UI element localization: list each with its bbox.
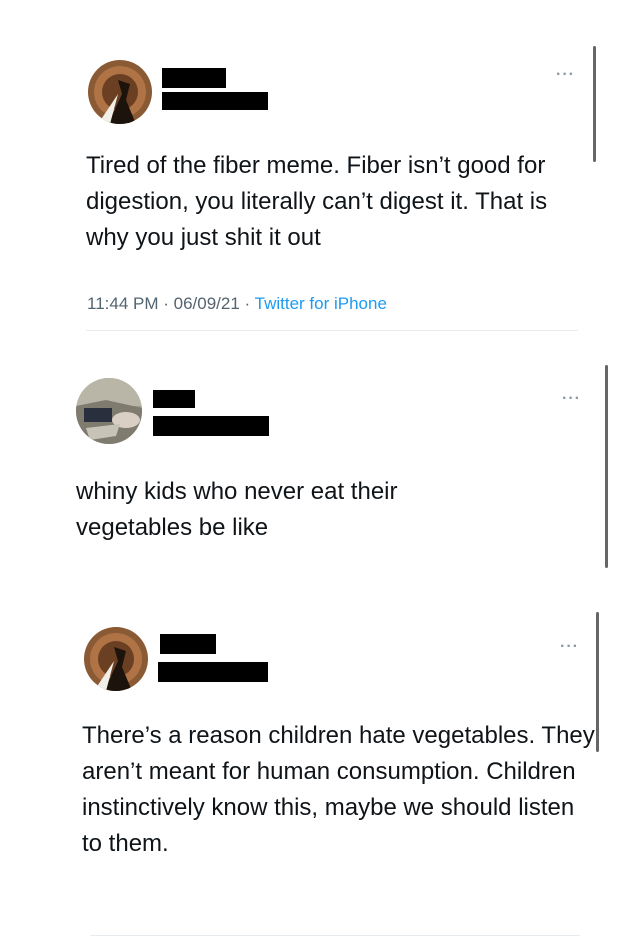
more-options-icon[interactable]: ··· — [562, 391, 581, 407]
divider — [90, 935, 580, 936]
redacted-username — [162, 92, 268, 110]
redacted-username — [158, 662, 268, 682]
avatar[interactable] — [88, 60, 152, 124]
tweet-text: whiny kids who never eat their vegetable… — [76, 478, 398, 541]
scrollbar[interactable] — [593, 46, 596, 162]
redacted-display-name — [160, 634, 216, 654]
tweet-timestamp[interactable]: 11:44 PM · 06/09/21 · Twitter for iPhone — [87, 294, 387, 314]
scrollbar[interactable] — [605, 365, 608, 568]
avatar[interactable] — [84, 627, 148, 691]
tweet-source-link[interactable]: Twitter for iPhone — [255, 294, 387, 313]
more-options-icon[interactable]: ··· — [560, 639, 579, 655]
more-options-icon[interactable]: ··· — [556, 67, 575, 83]
scrollbar[interactable] — [596, 612, 599, 752]
meta-separator: · — [158, 294, 174, 313]
redacted-display-name — [153, 390, 195, 408]
tweet-text: There’s a reason children hate vegetable… — [82, 722, 595, 857]
tweet-date: 06/09/21 — [173, 294, 240, 313]
redacted-username — [153, 416, 269, 436]
meta-separator: · — [239, 294, 255, 313]
tweet-time: 11:44 PM — [87, 294, 159, 313]
avatar[interactable] — [76, 378, 142, 444]
redacted-display-name — [162, 68, 226, 88]
tweet-text: Tired of the fiber meme. Fiber isn’t goo… — [86, 152, 548, 251]
divider — [86, 330, 578, 331]
